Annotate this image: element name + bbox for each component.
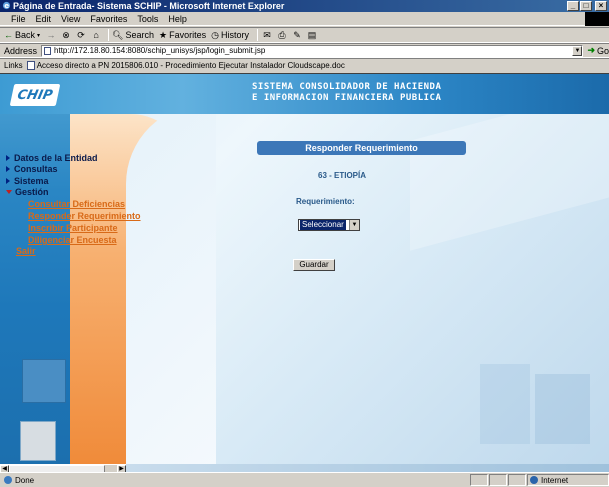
menu-favorites[interactable]: Favorites bbox=[85, 14, 132, 24]
forward-arrow-icon: → bbox=[46, 30, 56, 40]
toolbar-separator bbox=[256, 29, 258, 41]
edit-button[interactable]: ✎ bbox=[291, 30, 303, 41]
zone-label: Internet bbox=[541, 475, 569, 485]
select-value: Seleccionar bbox=[300, 220, 346, 230]
document-icon bbox=[26, 61, 35, 70]
close-button[interactable]: × bbox=[595, 1, 607, 11]
horizontal-scrollbar[interactable]: ◀ ▶ bbox=[0, 464, 126, 472]
back-button[interactable]: ← Back ▾ bbox=[4, 30, 40, 40]
status-cell bbox=[470, 474, 488, 486]
address-bar: Address http://172.18.80.154:8080/schip_… bbox=[0, 43, 609, 58]
home-button[interactable]: ⌂ bbox=[90, 30, 102, 40]
forward-button[interactable]: → bbox=[45, 30, 57, 40]
window-title: Página de Entrada- Sistema SCHIP - Micro… bbox=[13, 1, 285, 11]
back-label: Back bbox=[15, 30, 36, 40]
stop-icon: ⊗ bbox=[62, 29, 70, 40]
discuss-button[interactable]: ▤ bbox=[306, 30, 318, 41]
document-icon: ▤ bbox=[307, 29, 317, 40]
stop-button[interactable]: ⊗ bbox=[60, 30, 72, 41]
status-text: Done bbox=[15, 475, 35, 485]
history-icon: ◷ bbox=[211, 29, 219, 40]
history-button[interactable]: ◷ History bbox=[211, 30, 249, 41]
mail-icon: ✉ bbox=[263, 29, 271, 40]
minimize-button[interactable]: _ bbox=[567, 1, 579, 11]
ie-icon bbox=[4, 476, 12, 484]
main-content: Responder Requerimiento 63 - ETIOPÍA Req… bbox=[0, 74, 609, 464]
page-icon bbox=[44, 46, 52, 55]
mail-button[interactable]: ✉ bbox=[261, 30, 273, 41]
address-input[interactable]: http://172.18.80.154:8080/schip_unisys/j… bbox=[41, 44, 584, 57]
links-label: Links bbox=[4, 61, 23, 70]
windows-logo bbox=[585, 12, 609, 26]
save-button[interactable]: Guardar bbox=[293, 259, 335, 271]
menu-edit[interactable]: Edit bbox=[31, 14, 57, 24]
toolbar-separator bbox=[108, 29, 110, 41]
status-bar: Done Internet bbox=[0, 472, 609, 487]
scroll-left-icon[interactable]: ◀ bbox=[0, 465, 9, 472]
menu-file[interactable]: File bbox=[6, 14, 31, 24]
menu-tools[interactable]: Tools bbox=[132, 14, 163, 24]
page-viewport: CHIP SISTEMA CONSOLIDADOR DE HACIENDA E … bbox=[0, 73, 609, 472]
chevron-down-icon: ▾ bbox=[37, 32, 41, 39]
go-label: Go bbox=[596, 45, 609, 56]
chevron-down-icon[interactable]: ▼ bbox=[349, 220, 359, 230]
menu-bar: File Edit View Favorites Tools Help bbox=[0, 12, 609, 26]
menu-view[interactable]: View bbox=[56, 14, 85, 24]
ie-icon: e bbox=[2, 1, 11, 10]
globe-icon bbox=[530, 476, 538, 484]
form-title: Responder Requerimiento bbox=[257, 141, 466, 155]
print-icon: ⎙ bbox=[278, 29, 286, 40]
search-button[interactable]: 🔍︎ Search bbox=[112, 30, 154, 41]
print-button[interactable]: ⎙ bbox=[276, 30, 288, 41]
address-dropdown-icon[interactable]: ▼ bbox=[572, 45, 583, 56]
status-cell bbox=[508, 474, 526, 486]
address-label: Address bbox=[4, 45, 38, 56]
back-arrow-icon: ← bbox=[4, 30, 13, 40]
search-icon: 🔍︎ bbox=[112, 29, 124, 40]
links-bar: Links Acceso directo a PN 2015806.010 - … bbox=[0, 58, 609, 72]
requerimiento-select[interactable]: Seleccionar ▼ bbox=[298, 219, 360, 231]
history-label: History bbox=[220, 30, 249, 40]
security-zone: Internet bbox=[527, 474, 609, 486]
refresh-button[interactable]: ⟳ bbox=[75, 30, 87, 41]
favorites-button[interactable]: ★ Favorites bbox=[159, 30, 206, 41]
address-url: http://172.18.80.154:8080/schip_unisys/j… bbox=[54, 46, 266, 55]
refresh-icon: ⟳ bbox=[77, 29, 85, 40]
background-decoration bbox=[126, 464, 609, 472]
favorites-label: Favorites bbox=[169, 30, 207, 40]
favorites-icon: ★ bbox=[159, 29, 168, 40]
window-titlebar: e Página de Entrada- Sistema SCHIP - Mic… bbox=[0, 0, 609, 12]
menu-help[interactable]: Help bbox=[163, 14, 192, 24]
scroll-thumb[interactable] bbox=[9, 465, 105, 472]
scroll-right-icon[interactable]: ▶ bbox=[117, 465, 126, 472]
svg-text:e: e bbox=[4, 1, 9, 10]
home-icon: ⌂ bbox=[93, 30, 99, 40]
entity-label: 63 - ETIOPÍA bbox=[318, 171, 367, 180]
links-item[interactable]: Acceso directo a PN 2015806.010 - Proced… bbox=[37, 61, 345, 70]
search-label: Search bbox=[125, 30, 154, 40]
edit-icon: ✎ bbox=[293, 29, 301, 40]
status-cell bbox=[489, 474, 507, 486]
go-button[interactable]: ➜ Go bbox=[587, 45, 609, 56]
go-arrow-icon: ➜ bbox=[587, 45, 595, 55]
status-text-area: Done bbox=[0, 476, 470, 485]
maximize-button[interactable]: □ bbox=[580, 1, 592, 11]
toolbar: ← Back ▾ → ⊗ ⟳ ⌂ 🔍︎ Search ★ Favorites ◷… bbox=[0, 27, 609, 43]
requerimiento-label: Requerimiento: bbox=[296, 197, 355, 206]
